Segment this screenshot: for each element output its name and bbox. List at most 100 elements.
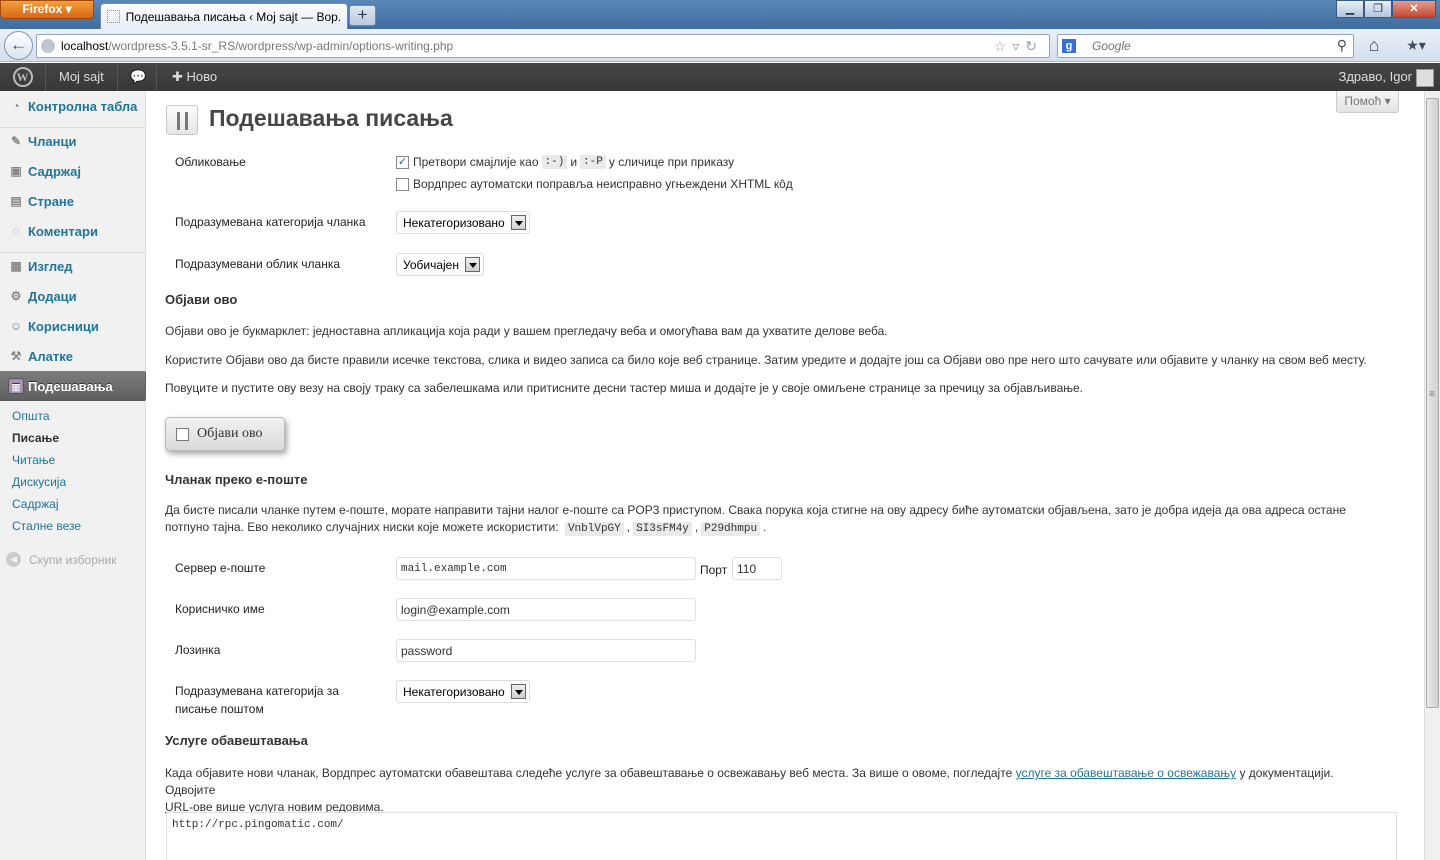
- mail-category-value: Некатегоризовано: [403, 684, 505, 699]
- page-scrollbar[interactable]: [1424, 91, 1440, 860]
- sidebar-item-pages[interactable]: ▤ Стране: [0, 186, 145, 216]
- submenu-reading[interactable]: Читање: [0, 449, 145, 471]
- post-via-email-text-1: Да бисте писали чланке путем е-поште, мо…: [165, 503, 1346, 517]
- sidebar-item-settings[interactable]: ▥ Подешавања: [0, 371, 145, 401]
- admin-sidebar: ◔ Контролна табла ✎ Чланци ▣ Садржај ▤ Стран…: [0, 91, 153, 860]
- collapse-arrow-icon: ◀: [6, 552, 21, 567]
- collapse-menu-button[interactable]: ◀ Скупи изборник: [6, 552, 116, 567]
- sidebar-item-label: Коментари: [28, 223, 98, 239]
- update-services-heading: Услуге обавештавања: [165, 733, 308, 748]
- mail-category-label: Подразумевана категорија за писање пошто…: [175, 682, 339, 718]
- browser-tab[interactable]: Подешавања писања ‹ Мој sajt — Вор...: [100, 3, 348, 29]
- settings-icon: ▥: [8, 378, 24, 394]
- mail-server-input[interactable]: [396, 557, 696, 580]
- users-icon: ☺: [9, 319, 23, 333]
- back-button[interactable]: ←: [4, 31, 33, 60]
- tools-icon: ⚒: [10, 349, 22, 363]
- minimize-button[interactable]: ▁: [1336, 0, 1364, 18]
- scrollbar-thumb[interactable]: [1426, 98, 1439, 708]
- home-icon[interactable]: ⌂: [1362, 34, 1386, 58]
- ping-sites-textarea[interactable]: http://rpc.pingomatic.com/: [166, 812, 1397, 860]
- history-dropdown-icon[interactable]: ▿: [1012, 38, 1025, 54]
- sidebar-item-appearance[interactable]: ▦ Изглед: [0, 251, 145, 281]
- url-bar[interactable]: localhost/wordpress-3.5.1-sr_RS/wordpres…: [36, 34, 1050, 58]
- search-bar[interactable]: g ⚲: [1057, 34, 1354, 58]
- default-format-label: Подразумевани облик чланка: [175, 257, 341, 271]
- password-input[interactable]: [396, 639, 696, 662]
- xhtml-option: Вордпрес аутоматски поправља неисправно …: [396, 177, 793, 191]
- media-icon: ▣: [10, 164, 22, 178]
- sidebar-item-label: Изглед: [28, 258, 73, 274]
- press-this-bookmarklet-button[interactable]: Објави ово: [165, 417, 285, 451]
- smilies-checkbox[interactable]: ✓: [396, 155, 409, 169]
- wp-admin-bar: W Moj sajt 💬 ✚ Ново Здраво, Igor: [0, 63, 1440, 91]
- default-category-label: Подразумевана категорија чланка: [175, 215, 366, 229]
- press-this-heading: Објави ово: [165, 292, 238, 307]
- search-engine-icon[interactable]: g: [1062, 39, 1076, 53]
- sidebar-item-comments[interactable]: ◌ Коментари: [0, 216, 145, 246]
- browser-navbar: ← localhost/wordpress-3.5.1-sr_RS/wordpr…: [0, 29, 1440, 62]
- xhtml-checkbox[interactable]: [396, 177, 409, 191]
- sidebar-item-dashboard[interactable]: ◔ Контролна табла: [0, 91, 145, 121]
- site-identity-icon[interactable]: [41, 39, 55, 53]
- smilies-code-1: :-): [541, 155, 568, 169]
- settings-page-icon: [166, 105, 198, 135]
- maximize-button[interactable]: ❐: [1364, 0, 1392, 18]
- press-this-desc-1: Објави ово је букмарклет: једноставна ап…: [165, 324, 888, 338]
- sidebar-item-plugins[interactable]: ⚙ Додаци: [0, 281, 145, 311]
- submenu-permalinks[interactable]: Сталне везе: [0, 515, 145, 537]
- mail-category-label-line-1: Подразумевана категорија за: [175, 684, 339, 698]
- sidebar-item-label: Алатке: [28, 348, 73, 364]
- smilies-and: и: [570, 155, 578, 169]
- help-label: Помоћ: [1344, 94, 1382, 108]
- smilies-text-end: у сличице при приказу: [608, 155, 735, 169]
- submenu-discussion[interactable]: Дискусија: [0, 471, 145, 493]
- press-this-desc-3: Повуците и пустите ову везу на своју тра…: [165, 381, 1083, 395]
- sidebar-item-label: Додаци: [28, 288, 77, 304]
- login-name-input[interactable]: [396, 598, 696, 621]
- tab-title: Подешавања писања ‹ Мој sajt — Вор...: [125, 9, 341, 24]
- search-input[interactable]: [1092, 39, 1312, 53]
- bookmark-star-icon[interactable]: ☆: [994, 38, 1013, 54]
- new-content-menu[interactable]: ✚ Ново: [158, 63, 231, 91]
- post-via-email-desc: Да бисте писали чланке путем е-поште, мо…: [165, 503, 1346, 536]
- password-label: Лозинка: [175, 643, 221, 657]
- firefox-menu-button[interactable]: Firefox ▾: [0, 0, 94, 19]
- new-content-label: Ново: [186, 69, 218, 84]
- mail-category-label-line-2: писање поштом: [175, 702, 264, 716]
- bookmarks-menu-icon[interactable]: ★▾: [1398, 34, 1434, 58]
- update-services-text-1: Када објавите нови чланак, Вордпрес ауто…: [165, 766, 1013, 780]
- search-icon[interactable]: ⚲: [1337, 37, 1347, 54]
- chevron-down-icon: [464, 257, 480, 272]
- url-text[interactable]: localhost/wordpress-3.5.1-sr_RS/wordpres…: [61, 39, 453, 53]
- default-category-select[interactable]: Некатегоризовано: [396, 211, 530, 234]
- sidebar-item-posts[interactable]: ✎ Чланци: [0, 126, 145, 156]
- close-window-button[interactable]: ✕: [1392, 0, 1436, 18]
- new-tab-button[interactable]: +: [349, 5, 376, 26]
- update-services-doc-link[interactable]: услуге за обавештавање о освежавању: [1016, 766, 1237, 780]
- random-string-2: SI3sFM4y: [633, 522, 692, 536]
- submenu-media[interactable]: Садржај: [0, 493, 145, 515]
- smilies-option: ✓ Претвори смајлије као :-) и :-P у слич…: [396, 155, 734, 169]
- comments-bubble-icon[interactable]: 💬: [121, 63, 157, 91]
- plus-icon: ✚: [172, 69, 187, 84]
- wordpress-logo-icon[interactable]: W: [0, 63, 46, 91]
- sidebar-item-tools[interactable]: ⚒ Алатке: [0, 341, 145, 371]
- default-format-value: Уобичајен: [403, 257, 459, 272]
- submenu-writing[interactable]: Писање: [0, 427, 145, 449]
- default-format-select[interactable]: Уобичајен: [396, 253, 484, 276]
- port-input[interactable]: [732, 557, 782, 580]
- dashboard-icon: ◔: [12, 99, 20, 113]
- submenu-general[interactable]: Општа: [0, 405, 145, 427]
- sidebar-item-media[interactable]: ▣ Садржај: [0, 156, 145, 186]
- sidebar-item-users[interactable]: ☺ Корисници: [0, 311, 145, 341]
- port-label: Порт: [700, 563, 728, 577]
- reload-icon[interactable]: ↻: [1025, 38, 1043, 54]
- plugin-icon: ⚙: [10, 289, 22, 303]
- help-tab-button[interactable]: Помоћ ▾: [1336, 91, 1399, 113]
- account-menu[interactable]: Здраво, Igor: [1338, 63, 1434, 91]
- mail-category-select[interactable]: Некатегоризовано: [396, 680, 530, 703]
- login-name-label: Корисничко име: [175, 602, 265, 616]
- site-name-link[interactable]: Moj sajt: [46, 63, 118, 91]
- press-this-desc-2: Користите Објави ово да бисте правили ис…: [165, 353, 1367, 367]
